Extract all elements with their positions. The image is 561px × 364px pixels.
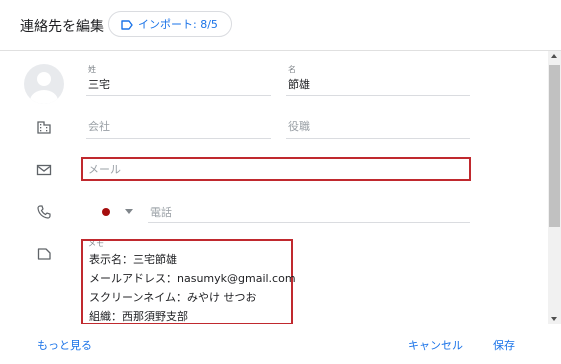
cancel-button[interactable]: キャンセル xyxy=(408,337,463,353)
edit-contact-dialog: 連絡先を編集 インポート: 8/5 姓 三宅 名 節雄 会社 役職 メール 電話… xyxy=(0,0,561,364)
vertical-scrollbar[interactable] xyxy=(548,51,561,324)
scrollbar-thumb[interactable] xyxy=(549,65,560,227)
scroll-down-arrow-icon[interactable] xyxy=(551,317,557,321)
chevron-down-icon[interactable] xyxy=(125,209,133,214)
note-icon xyxy=(36,246,52,262)
building-icon xyxy=(36,119,52,135)
scroll-up-arrow-icon[interactable] xyxy=(551,54,557,58)
memo-line: 組織：西那須野支部 xyxy=(89,310,188,323)
dialog-title: 連絡先を編集 xyxy=(20,19,104,35)
phone-placeholder: 電話 xyxy=(150,206,172,219)
import-chip[interactable]: インポート: 8/5 xyxy=(108,11,232,37)
dialog-header: 連絡先を編集 インポート: 8/5 xyxy=(0,0,561,51)
country-flag-indicator[interactable] xyxy=(102,208,110,216)
form-scroll-area[interactable]: 姓 三宅 名 節雄 会社 役職 メール 電話 メモ 表示名：三宅節雄 メールアド… xyxy=(0,51,548,324)
memo-line: 表示名：三宅節雄 xyxy=(89,253,177,266)
label-icon xyxy=(121,15,133,34)
save-button[interactable]: 保存 xyxy=(493,337,515,353)
last-name-label: 姓 xyxy=(88,65,96,74)
memo-line: メールアドレス：nasumyk@gmail.com xyxy=(89,272,296,285)
dialog-footer: もっと見る キャンセル 保存 xyxy=(0,325,561,364)
job-title-placeholder: 役職 xyxy=(288,120,310,133)
email-highlight-box xyxy=(81,157,471,181)
avatar-body xyxy=(30,90,58,104)
first-name-field[interactable]: 名 節雄 xyxy=(286,64,470,96)
job-title-field[interactable]: 役職 xyxy=(286,113,470,139)
show-more-button[interactable]: もっと見る xyxy=(37,337,92,353)
phone-icon xyxy=(36,204,52,220)
company-field[interactable]: 会社 xyxy=(86,113,271,139)
last-name-field[interactable]: 姓 三宅 xyxy=(86,64,271,96)
memo-line: スクリーンネイム：みやけ せつお xyxy=(89,291,257,304)
first-name-value: 節雄 xyxy=(288,78,310,91)
mail-icon xyxy=(36,162,52,178)
first-name-label: 名 xyxy=(288,65,296,74)
memo-highlight-box: 表示名：三宅節雄 メールアドレス：nasumyk@gmail.com スクリーン… xyxy=(81,239,296,324)
phone-field[interactable]: 電話 xyxy=(148,199,470,223)
company-placeholder: 会社 xyxy=(88,120,110,133)
avatar-head xyxy=(37,72,51,86)
import-chip-label: インポート: 8/5 xyxy=(138,18,218,31)
avatar[interactable] xyxy=(24,64,64,104)
last-name-value: 三宅 xyxy=(88,78,110,91)
